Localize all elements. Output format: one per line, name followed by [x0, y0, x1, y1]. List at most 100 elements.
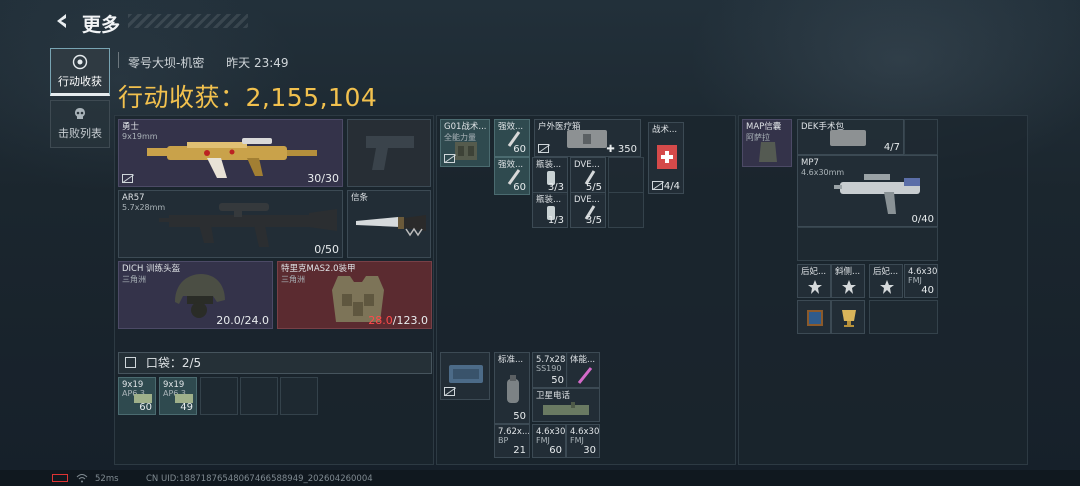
helmet-durability: 20.0/24.0: [216, 314, 269, 327]
safe-item-cup[interactable]: [831, 300, 865, 334]
tab-kill-list-label: 击败列表: [58, 127, 102, 140]
rig-item[interactable]: 强效... 60: [494, 157, 530, 195]
primary-weapon-ammo: 30/30: [307, 172, 339, 185]
backpack-item-count: 50: [513, 411, 526, 422]
backpack-item-sub: SS190: [536, 364, 562, 373]
armor-origin: 三角洲: [281, 275, 305, 284]
safe-item[interactable]: 斜侧...: [831, 264, 865, 298]
rig-item[interactable]: DVE... 3/5: [570, 192, 606, 228]
rig-item[interactable]: 强效... 60: [494, 119, 530, 157]
rig-item-count: ✚ 350: [606, 144, 637, 155]
safe-box-name: MAP信囊: [746, 122, 782, 132]
pistol-slot-empty[interactable]: [347, 119, 431, 187]
lock-icon: [444, 154, 455, 163]
armor-durability-current: 28.0: [368, 314, 393, 327]
pocket-item-count: 60: [139, 402, 152, 413]
pocket-count: 2/5: [181, 356, 202, 370]
pocket-item[interactable]: 9x19 AP6.3 49: [159, 377, 197, 415]
chest-rig-name: G01战术...: [444, 122, 487, 132]
backpack-item-sub: BP: [498, 436, 509, 445]
safe-slot-empty[interactable]: [869, 300, 938, 334]
match-time: 昨天 23:49: [226, 56, 289, 70]
melee-slot[interactable]: 信条: [347, 190, 431, 258]
rig-item[interactable]: 瓶装... 1/3: [532, 192, 568, 228]
armor-slot[interactable]: 特里克MAS2.0装甲 三角洲 28.0/123.0: [277, 261, 432, 329]
chest-rig-slot[interactable]: G01战术... 全能力量: [440, 119, 490, 167]
backpack-item[interactable]: 4.6x30 FMJ 60: [532, 424, 566, 458]
safe-item[interactable]: 后妃...: [797, 264, 831, 298]
safe-item-count: 4/7: [883, 142, 900, 153]
safe-item[interactable]: DEK手术包 4/7: [797, 119, 904, 155]
rig-item[interactable]: DVE... 5/5: [570, 157, 606, 195]
rig-item-count: 1/3: [547, 215, 564, 226]
pocket-slot-empty[interactable]: [200, 377, 238, 415]
wifi-icon: [76, 474, 88, 483]
rig-item[interactable]: 瓶装... 3/3: [532, 157, 568, 195]
collectible-icon: [842, 280, 856, 294]
safe-item-name: 后妃...: [873, 267, 899, 277]
tab-harvest-label: 行动收获: [58, 75, 102, 88]
secondary-weapon-slot[interactable]: AR57 5.7x28mm 0/50: [118, 190, 343, 258]
battery-icon: [52, 474, 68, 482]
rifle-icon: [159, 203, 337, 247]
safe-box-slot[interactable]: MAP信囊 阿萨拉: [742, 119, 792, 167]
safe-item-count: 40: [921, 285, 934, 296]
safe-item-book[interactable]: [797, 300, 831, 334]
pouch-icon: [759, 142, 777, 162]
match-info: 零号大坝-机密 昨天 23:49: [128, 54, 307, 71]
helmet-origin: 三角洲: [122, 275, 146, 284]
harvest-label: 行动收获：: [118, 83, 246, 112]
rig-item-count: 60: [513, 182, 526, 193]
backpack-item[interactable]: 7.62x... BP 21: [494, 424, 530, 458]
grenade-icon: [507, 375, 519, 403]
rig-item[interactable]: 战术... 4/4: [648, 122, 684, 194]
safe-item[interactable]: MP7 4.6x30mm 0/40: [797, 155, 938, 227]
pocket-slot-empty[interactable]: [280, 377, 318, 415]
secondary-weapon-ammo: 0/50: [314, 243, 339, 256]
medical-box-item[interactable]: 户外医疗箱 ✚ 350: [534, 119, 641, 157]
rig-item-count: 4/4: [663, 181, 680, 192]
mp7-icon: [834, 174, 920, 214]
backpack-item-name: 卫星电话: [536, 391, 571, 401]
pocket-label: 口袋：: [145, 356, 182, 370]
backpack-item[interactable]: 4.6x30 FMJ 30: [566, 424, 600, 458]
header-stripe-decoration: [128, 14, 248, 28]
divider: [118, 52, 119, 68]
tab-kill-list[interactable]: 击败列表: [50, 100, 110, 148]
safe-item[interactable]: 4.6x30 FMJ 40: [904, 264, 938, 298]
safe-slot-empty[interactable]: [797, 227, 938, 261]
backpack-item[interactable]: 标准... 50: [494, 352, 530, 424]
pocket-header: 口袋：2/5: [118, 352, 432, 374]
backpack-item[interactable]: 体能...: [566, 352, 600, 388]
lock-icon: [538, 144, 549, 153]
pocket-item[interactable]: 9x19 AP6.3 60: [118, 377, 156, 415]
pocket-slot-empty[interactable]: [240, 377, 278, 415]
backpack-item[interactable]: 卫星电话: [532, 388, 600, 422]
backpack-item-name: 标准...: [498, 355, 524, 365]
backpack-item-count: 30: [583, 445, 596, 456]
back-arrow-icon[interactable]: [52, 11, 72, 31]
backpack-slot[interactable]: [440, 352, 490, 400]
safe-slot-empty[interactable]: [904, 119, 938, 155]
rig-slot-empty[interactable]: [608, 157, 644, 193]
smg-gold-icon: [147, 138, 317, 178]
secondary-weapon-name: AR57: [122, 193, 145, 203]
backpack-item[interactable]: 5.7x28 SS190 50: [532, 352, 568, 388]
lock-icon: [122, 174, 133, 183]
target-icon: [72, 54, 88, 70]
safe-item-sub: FMJ: [908, 276, 922, 285]
lock-icon: [444, 387, 455, 396]
skull-icon: [75, 108, 85, 119]
helmet-slot[interactable]: DICH 训练头盔 三角洲 20.0/24.0: [118, 261, 273, 329]
tab-harvest[interactable]: 行动收获: [50, 48, 110, 96]
rig-slot-empty[interactable]: [608, 192, 644, 228]
book-icon: [807, 310, 823, 326]
primary-weapon-slot[interactable]: 勇士 9x19mm 30/30: [118, 119, 343, 187]
harvest-value: 2,155,104: [245, 83, 378, 112]
safe-item[interactable]: 后妃...: [869, 264, 903, 298]
rig-item-count: 60: [513, 144, 526, 155]
medkit-icon: [567, 130, 607, 148]
user-id: CN UID:18871876548067466588949_202604260…: [146, 474, 373, 484]
page-title: 更多: [82, 14, 121, 36]
ping-value: 52ms: [95, 474, 119, 484]
